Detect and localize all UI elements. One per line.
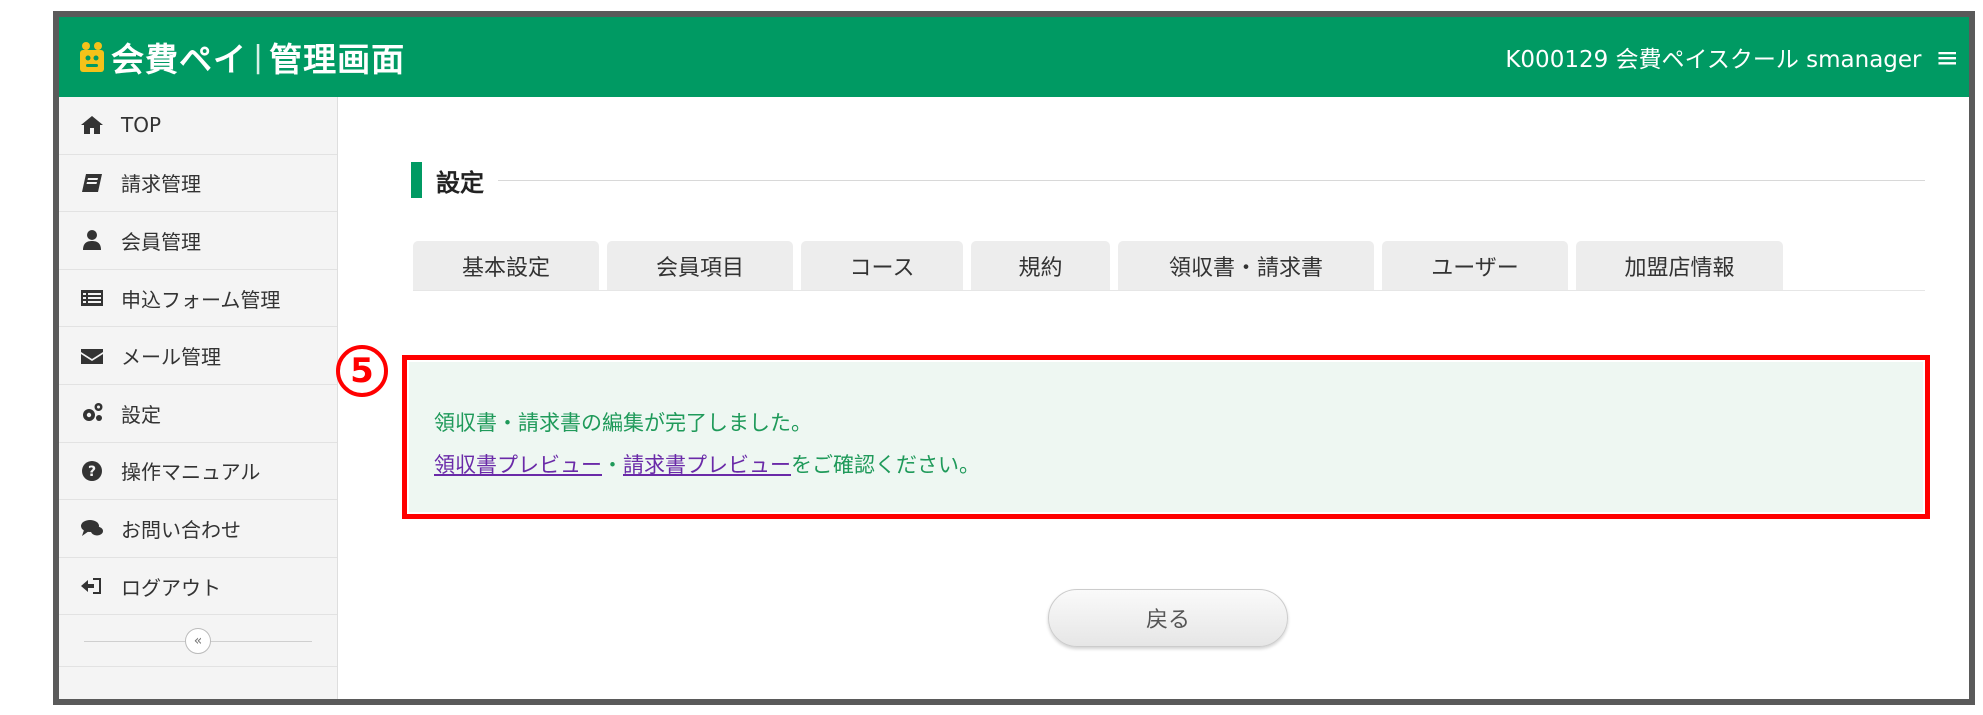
tab-merchant-info[interactable]: 加盟店情報 bbox=[1576, 241, 1783, 290]
highlight-outline: 領収書・請求書の編集が完了しました。 領収書プレビュー・請求書プレビューをご確認… bbox=[402, 355, 1930, 519]
page-title-row: 設定 bbox=[411, 162, 1925, 198]
collapse-sidebar-button[interactable]: « bbox=[185, 627, 211, 654]
sidebar-item-billing[interactable]: 請求管理 bbox=[59, 155, 337, 213]
home-icon bbox=[79, 114, 105, 136]
sidebar: TOP 請求管理 会員管理 申込フォーム管理 メール管理 設定 ? 操作マニュア… bbox=[59, 97, 338, 699]
main-content: 設定 基本設定 会員項目 コース 規約 領収書・請求書 ユーザー 加盟店情報 5… bbox=[336, 97, 1969, 699]
invoice-preview-link[interactable]: 請求書プレビュー bbox=[623, 453, 791, 477]
envelope-icon bbox=[79, 345, 105, 367]
book-icon bbox=[79, 172, 105, 194]
sidebar-item-contact[interactable]: お問い合わせ bbox=[59, 500, 337, 558]
hamburger-menu-icon[interactable]: ≡ bbox=[1936, 41, 1959, 74]
tab-terms[interactable]: 規約 bbox=[971, 241, 1110, 290]
svg-text:?: ? bbox=[88, 464, 96, 480]
account-label[interactable]: K000129 会費ペイスクール smanager bbox=[1505, 40, 1921, 74]
sign-out-icon bbox=[79, 575, 105, 597]
tab-member-fields[interactable]: 会員項目 bbox=[607, 241, 793, 290]
success-alert: 領収書・請求書の編集が完了しました。 領収書プレビュー・請求書プレビューをご確認… bbox=[409, 362, 1923, 512]
settings-tabs: 基本設定 会員項目 コース 規約 領収書・請求書 ユーザー 加盟店情報 bbox=[413, 241, 1925, 291]
sidebar-item-forms[interactable]: 申込フォーム管理 bbox=[59, 270, 337, 328]
sidebar-collapse-row: « bbox=[59, 615, 337, 668]
sidebar-item-label: 会員管理 bbox=[121, 229, 201, 254]
question-icon: ? bbox=[79, 460, 105, 482]
receipt-preview-link[interactable]: 領収書プレビュー bbox=[434, 453, 602, 477]
top-header: 会費ペイ | 管理画面 K000129 会費ペイスクール smanager ≡ bbox=[59, 17, 1969, 97]
sidebar-item-label: 設定 bbox=[121, 402, 161, 427]
app-window: 会費ペイ | 管理画面 K000129 会費ペイスクール smanager ≡ … bbox=[53, 11, 1975, 705]
tab-users[interactable]: ユーザー bbox=[1382, 241, 1568, 290]
comments-icon bbox=[79, 517, 105, 539]
tab-receipt-invoice[interactable]: 領収書・請求書 bbox=[1118, 241, 1374, 290]
title-accent-bar bbox=[411, 162, 422, 198]
alert-message: 領収書・請求書の編集が完了しました。 bbox=[434, 411, 812, 435]
sidebar-item-label: TOP bbox=[121, 113, 162, 138]
sidebar-item-settings[interactable]: 設定 bbox=[59, 385, 337, 443]
step-number-badge: 5 bbox=[336, 345, 388, 397]
sidebar-item-mail[interactable]: メール管理 bbox=[59, 327, 337, 385]
title-divider bbox=[498, 179, 1925, 181]
logo-icon bbox=[80, 42, 104, 72]
brand[interactable]: 会費ペイ | 管理画面 bbox=[77, 33, 405, 81]
user-icon bbox=[79, 229, 105, 251]
list-icon bbox=[79, 287, 105, 309]
sidebar-item-members[interactable]: 会員管理 bbox=[59, 212, 337, 270]
sidebar-item-manual[interactable]: ? 操作マニュアル bbox=[59, 443, 337, 501]
sidebar-item-label: 申込フォーム管理 bbox=[121, 287, 281, 312]
sidebar-item-label: メール管理 bbox=[121, 345, 221, 370]
sidebar-item-label: お問い合わせ bbox=[121, 517, 241, 542]
brand-subtitle: 管理画面 bbox=[269, 40, 406, 79]
tab-basic-settings[interactable]: 基本設定 bbox=[413, 241, 599, 290]
alert-suffix: をご確認ください。 bbox=[791, 453, 980, 477]
back-button[interactable]: 戻る bbox=[1048, 589, 1288, 647]
sidebar-item-label: 請求管理 bbox=[121, 172, 201, 197]
page-title: 設定 bbox=[436, 168, 484, 197]
tab-course[interactable]: コース bbox=[801, 241, 963, 290]
link-separator: ・ bbox=[602, 453, 623, 477]
alert-preview-line: 領収書プレビュー・請求書プレビューをご確認ください。 bbox=[434, 449, 980, 479]
sidebar-item-top[interactable]: TOP bbox=[59, 97, 337, 155]
gears-icon bbox=[79, 402, 105, 424]
sidebar-item-logout[interactable]: ログアウト bbox=[59, 558, 337, 616]
sidebar-item-label: 操作マニュアル bbox=[121, 460, 261, 485]
brand-separator: | bbox=[253, 39, 264, 75]
sidebar-item-label: ログアウト bbox=[121, 575, 221, 600]
brand-name: 会費ペイ bbox=[111, 40, 247, 79]
